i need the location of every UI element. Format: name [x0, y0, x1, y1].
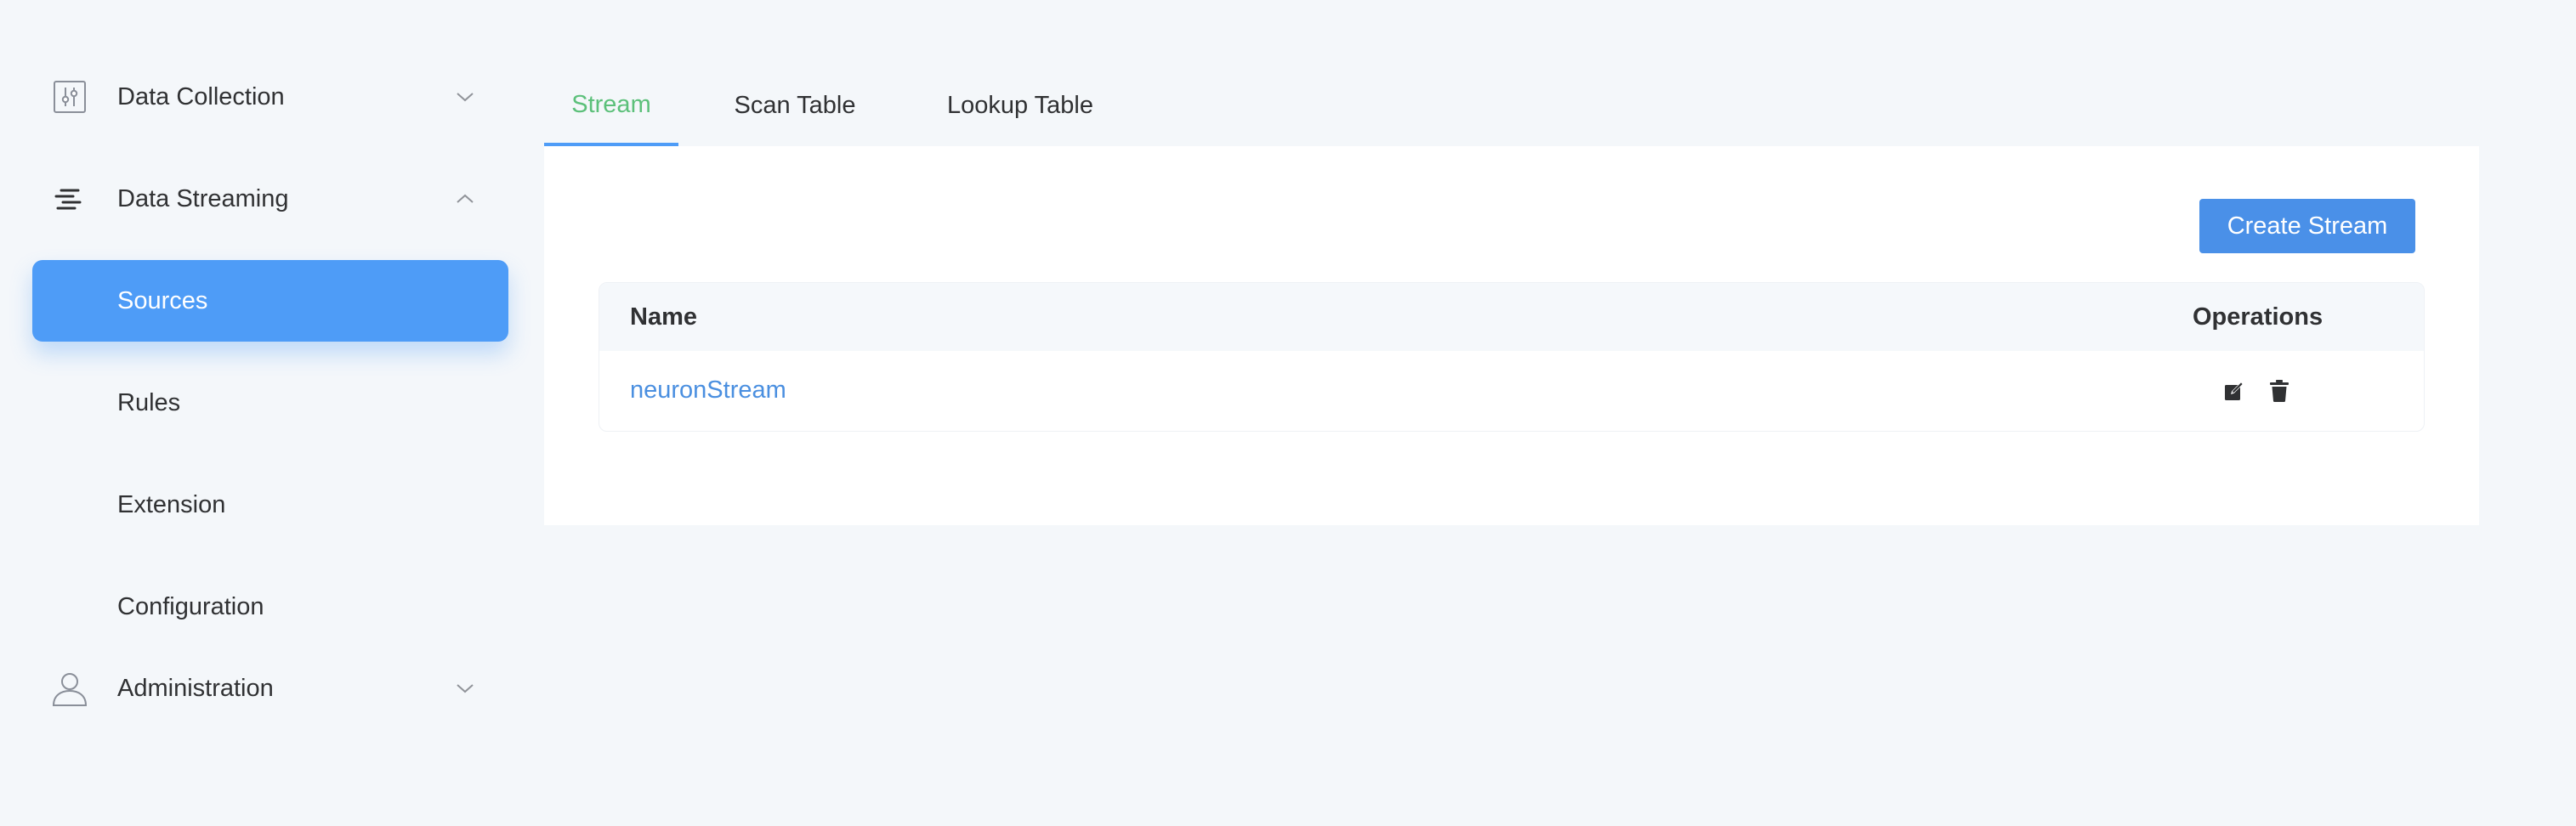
chevron-down-icon — [454, 677, 476, 699]
table-row: neuronStream — [599, 351, 2424, 431]
sidebar-item-label: Sources — [117, 286, 208, 314]
stream-panel: Create Stream Name Operations neuronStre… — [544, 146, 2479, 525]
chevron-down-icon — [454, 86, 476, 108]
stream-name-link[interactable]: neuronStream — [630, 376, 786, 405]
table-header: Name Operations — [599, 283, 2424, 351]
sliders-icon — [51, 78, 88, 116]
chevron-up-icon — [454, 188, 476, 210]
sidebar: Data Collection Data Streaming Sources R… — [0, 0, 527, 826]
column-header-name: Name — [630, 303, 697, 331]
sidebar-item-label: Extension — [117, 490, 226, 518]
menu-group-label: Data Streaming — [117, 184, 289, 212]
sidebar-item-sources[interactable]: Sources — [32, 260, 508, 342]
stream-lines-icon — [51, 180, 88, 218]
sidebar-item-extension[interactable]: Extension — [32, 464, 508, 546]
sidebar-item-rules[interactable]: Rules — [32, 362, 508, 444]
menu-group-label: Data Collection — [117, 82, 285, 110]
sidebar-item-label: Configuration — [117, 592, 264, 620]
user-icon — [51, 670, 88, 707]
edit-icon[interactable] — [2221, 378, 2247, 404]
menu-group-data-streaming[interactable]: Data Streaming — [32, 158, 485, 240]
menu-group-data-collection[interactable]: Data Collection — [32, 56, 485, 138]
menu-group-administration[interactable]: Administration — [32, 648, 485, 729]
menu-group-label: Administration — [117, 674, 274, 702]
tab-scan-table[interactable]: Scan Table — [678, 66, 911, 144]
stream-table: Name Operations neuronStream — [599, 282, 2425, 432]
create-stream-button[interactable]: Create Stream — [2199, 199, 2415, 253]
tab-bar: Stream Scan Table Lookup Table — [544, 66, 1129, 146]
tab-lookup-table[interactable]: Lookup Table — [911, 66, 1129, 144]
column-header-operations: Operations — [2193, 303, 2324, 331]
delete-icon[interactable] — [2267, 378, 2292, 404]
sidebar-item-configuration[interactable]: Configuration — [32, 566, 508, 648]
sidebar-item-label: Rules — [117, 388, 181, 416]
tab-stream[interactable]: Stream — [544, 66, 678, 146]
